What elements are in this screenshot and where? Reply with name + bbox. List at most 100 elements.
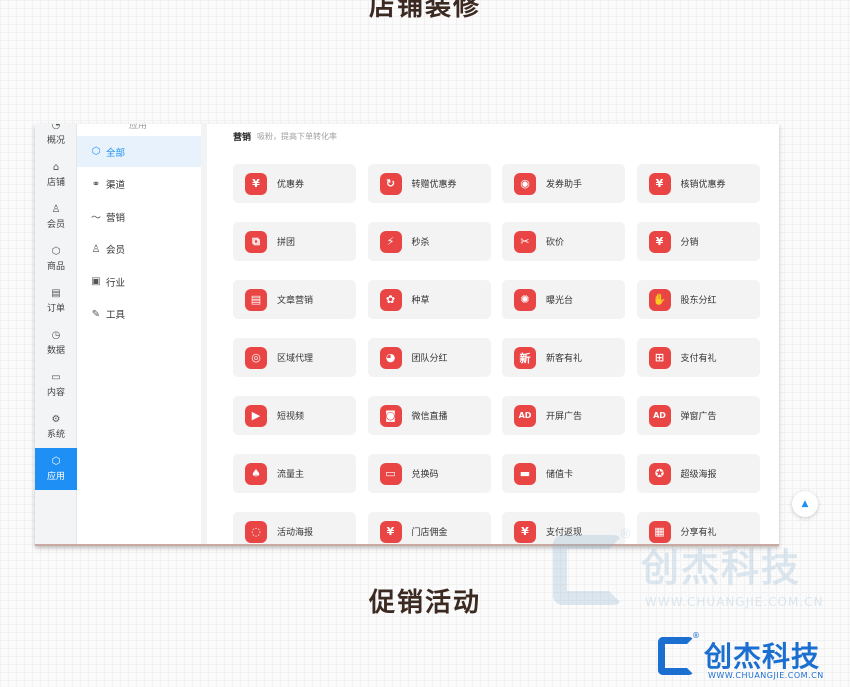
gift-icon: ⊞ <box>648 346 671 369</box>
app-card[interactable]: ✋ 股东分红 <box>636 280 760 319</box>
sprout-icon: ✿ <box>379 288 402 311</box>
app-card[interactable]: ▤ 文章营销 <box>233 280 356 319</box>
app-card[interactable]: ¥ 核销优惠券 <box>636 164 760 203</box>
submenu-item-0[interactable]: ⬡ 全部 <box>77 136 201 167</box>
app-card[interactable]: ⊞ 支付有礼 <box>636 338 760 377</box>
section-subtitle: 吸粉，提高下单转化率 <box>257 132 337 141</box>
app-card[interactable]: ✿ 种草 <box>367 280 491 319</box>
app-card[interactable]: ↻ 转赠优惠券 <box>367 164 491 203</box>
app-card[interactable]: ✪ 超级海报 <box>636 454 760 493</box>
channel-icon: ⚭ <box>91 178 101 190</box>
app-card-label: 文章营销 <box>277 296 314 306</box>
splash-ad-icon: AD <box>514 404 536 427</box>
app-card-label: 微信直播 <box>411 412 448 422</box>
app-card-label: 弹窗广告 <box>680 412 717 422</box>
app-card[interactable]: ▬ 储值卡 <box>502 454 625 493</box>
app-card[interactable]: ◎ 区域代理 <box>233 338 356 377</box>
scroll-top-button[interactable]: ▲ <box>792 491 818 517</box>
money-bag-icon: ¥ <box>648 230 671 253</box>
app-card[interactable]: ▭ 兑换码 <box>367 454 491 493</box>
app-card[interactable]: ◌ 活动海报 <box>233 512 356 544</box>
app-card[interactable]: ¥ 门店佣金 <box>367 512 491 544</box>
rail-item-5[interactable]: ◷ 数据 <box>35 322 77 364</box>
app-card[interactable]: ✺ 曝光台 <box>502 280 625 319</box>
store-icon: ⌂ <box>52 162 60 173</box>
app-card[interactable]: AD 弹窗广告 <box>636 396 760 435</box>
user-icon: ♙ <box>51 204 61 215</box>
settings-icon: ⚙ <box>51 414 61 425</box>
app-card-label: 曝光台 <box>546 296 574 306</box>
app-card-label: 短视频 <box>277 412 305 422</box>
submenu-item-label: 营销 <box>106 212 126 224</box>
rail-item-label: 系统 <box>46 430 65 440</box>
shop-icon: ▣ <box>91 276 101 287</box>
section-title: 营销 <box>233 133 252 143</box>
submenu-item-2[interactable]: 〜营销 <box>77 201 201 232</box>
app-card[interactable]: ⧉ 拼团 <box>233 222 356 261</box>
app-card-label: 团队分红 <box>411 354 448 364</box>
article-icon: ▤ <box>245 288 267 311</box>
watermark-registered: ® <box>619 527 632 542</box>
app-card-label: 储值卡 <box>546 470 574 480</box>
app-card[interactable]: ◉ 发券助手 <box>502 164 625 203</box>
bargain-icon: ✂ <box>514 230 536 253</box>
rail-item-1[interactable]: ⌂ 店铺 <box>35 154 77 196</box>
rail-item-6[interactable]: ▭ 内容 <box>35 364 77 406</box>
bottom-heading: 促销活动 <box>368 588 481 618</box>
app-card[interactable]: ◕ 团队分红 <box>367 338 491 377</box>
user-icon: ♙ <box>91 243 101 255</box>
redeem-code-icon: ▭ <box>379 462 402 485</box>
submenu-item-3[interactable]: ♙ 会员 <box>77 234 201 265</box>
rail-item-label: 应用 <box>46 472 65 482</box>
traffic-icon: ♠ <box>245 462 267 485</box>
rail-item-4[interactable]: ▤ 订单 <box>35 280 77 322</box>
submenu-header: 应用 <box>129 124 148 131</box>
app-card[interactable]: ▶ 短视频 <box>233 396 356 435</box>
app-card[interactable]: ⚡ 秒杀 <box>367 222 491 261</box>
folder-icon: ▭ <box>51 372 61 383</box>
app-card[interactable]: ¥ 优惠券 <box>233 164 356 203</box>
app-card[interactable]: ¥ 分销 <box>636 222 760 261</box>
pie-icon: ◷ <box>51 330 61 341</box>
store-commission-icon: ¥ <box>379 520 402 543</box>
top-heading: 店铺装修 <box>368 0 481 22</box>
rail-item-label: 订单 <box>46 304 65 314</box>
super-poster-icon: ✪ <box>648 462 671 485</box>
app-card[interactable]: ♠ 流量主 <box>233 454 356 493</box>
app-card[interactable]: ✂ 砍价 <box>502 222 625 261</box>
app-card[interactable]: 新新客有礼 <box>502 338 625 377</box>
submenu-item-label: 渠道 <box>106 180 126 191</box>
app-card[interactable]: AD 开屏广告 <box>502 396 625 435</box>
app-card-label: 股东分红 <box>680 296 717 306</box>
submenu-item-1[interactable]: ⚭ 渠道 <box>77 169 201 200</box>
rail-item-7[interactable]: ⚙ 系统 <box>35 406 77 448</box>
verify-coupon-icon: ¥ <box>648 172 671 195</box>
coupon-helper-icon: ◉ <box>514 172 536 195</box>
rail-item-label: 店铺 <box>46 178 65 188</box>
submenu-item-label: 会员 <box>106 245 126 256</box>
rail-item-8[interactable]: ⬡ 应用 <box>35 448 77 490</box>
new-customer-icon: 新 <box>514 346 536 369</box>
transfer-coupon-icon: ↻ <box>379 172 402 195</box>
app-card[interactable]: ◙ 微信直播 <box>367 396 491 435</box>
sun-icon: ✺ <box>514 288 536 311</box>
submenu-item-5[interactable]: ✎ 工具 <box>77 299 201 330</box>
rail-item-0[interactable]: ◔ 概况 <box>35 124 77 154</box>
submenu-item-label: 工具 <box>106 310 126 321</box>
app-card-label: 核销优惠券 <box>680 180 726 190</box>
coupon-icon: ¥ <box>245 172 267 195</box>
submenu-item-4[interactable]: ▣ 行业 <box>77 266 201 297</box>
app-card-label: 新客有礼 <box>546 354 583 364</box>
flash-icon: ⚡ <box>379 230 402 253</box>
arrow-up-icon: ▲ <box>801 499 809 509</box>
brand-url: WWW.CHUANGJIE.COM.CN <box>708 671 824 680</box>
app-card-label: 拼团 <box>277 238 296 248</box>
cube-icon: ⬡ <box>91 146 101 157</box>
region-agent-icon: ◎ <box>245 346 267 369</box>
app-card-label: 超级海报 <box>680 470 717 480</box>
rail-item-2[interactable]: ♙ 会员 <box>35 196 77 238</box>
app-card-label: 发券助手 <box>546 180 583 190</box>
rail-item-3[interactable]: ⬡ 商品 <box>35 238 77 280</box>
app-card-label: 砍价 <box>546 238 565 248</box>
submenu-item-label: 全部 <box>106 147 126 159</box>
